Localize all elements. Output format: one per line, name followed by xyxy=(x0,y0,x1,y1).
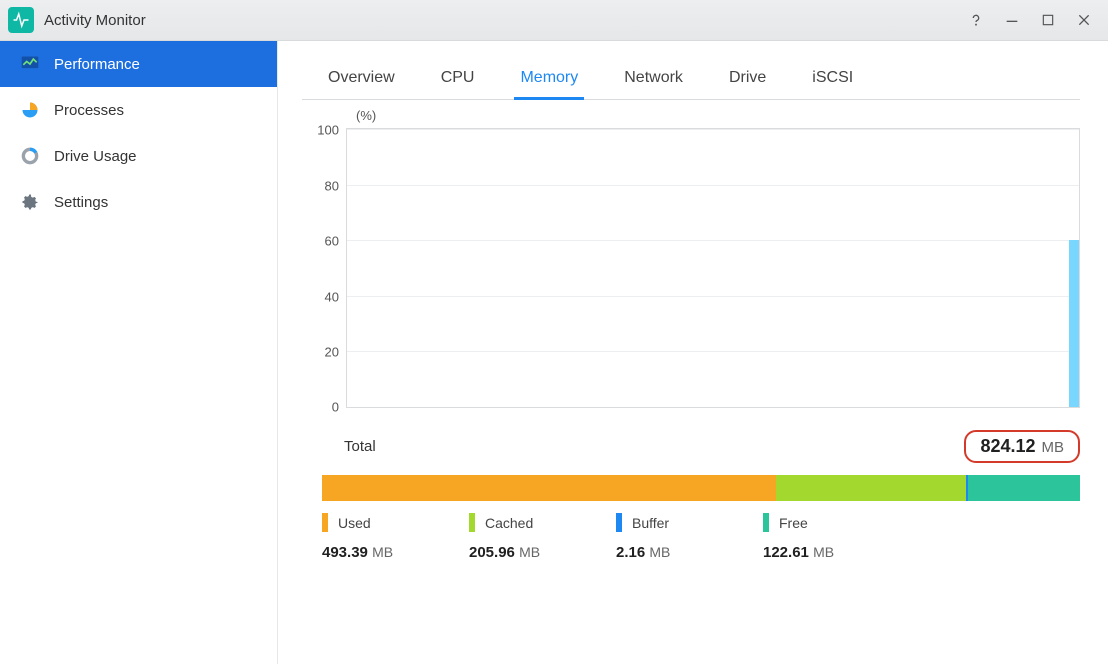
maximize-button[interactable] xyxy=(1036,8,1060,32)
legend-value: 205.96 MB xyxy=(469,544,616,561)
y-tick: 60 xyxy=(325,234,347,249)
chart-plot-area: 100 80 60 40 20 0 xyxy=(346,128,1080,408)
app-icon xyxy=(8,7,34,33)
legend-value: 122.61 MB xyxy=(763,544,910,561)
sidebar-item-performance[interactable]: Performance xyxy=(0,41,277,87)
y-tick: 0 xyxy=(332,400,347,415)
legend-item-free: Free 122.61 MB xyxy=(763,513,910,561)
window-controls xyxy=(964,8,1102,32)
legend-value: 493.39 MB xyxy=(322,544,469,561)
minimize-button[interactable] xyxy=(1000,8,1024,32)
help-button[interactable] xyxy=(964,8,988,32)
drive-usage-icon xyxy=(18,144,42,168)
tab-memory[interactable]: Memory xyxy=(520,69,578,99)
tab-network[interactable]: Network xyxy=(624,69,683,99)
sidebar-item-label: Processes xyxy=(54,102,124,119)
stacked-seg-used xyxy=(322,475,776,501)
legend-label: Cached xyxy=(485,515,533,531)
main-content: Overview CPU Memory Network Drive iSCSI … xyxy=(278,41,1108,664)
memory-legend: Used 493.39 MB Cached 205.96 MB Buffer 2.16 M… xyxy=(322,513,1080,561)
sidebar: Performance Processes Drive Usage xyxy=(0,41,278,664)
total-value-callout: 824.12 MB xyxy=(964,430,1080,463)
titlebar: Activity Monitor xyxy=(0,0,1108,41)
sidebar-item-settings[interactable]: Settings xyxy=(0,179,277,225)
stacked-seg-cached xyxy=(776,475,966,501)
y-tick: 80 xyxy=(325,178,347,193)
y-tick: 40 xyxy=(325,289,347,304)
legend-label: Buffer xyxy=(632,515,669,531)
close-button[interactable] xyxy=(1072,8,1096,32)
legend-swatch xyxy=(469,513,475,532)
sidebar-item-processes[interactable]: Processes xyxy=(0,87,277,133)
chart-current-sample xyxy=(1069,240,1079,407)
memory-stacked-bar xyxy=(322,475,1080,501)
legend-value: 2.16 MB xyxy=(616,544,763,561)
stacked-seg-free xyxy=(968,475,1080,501)
sidebar-item-label: Drive Usage xyxy=(54,148,137,165)
processes-icon xyxy=(18,98,42,122)
performance-icon xyxy=(18,52,42,76)
sidebar-item-label: Settings xyxy=(54,194,108,211)
total-row: Total 824.12 MB xyxy=(344,430,1080,463)
legend-item-cached: Cached 205.96 MB xyxy=(469,513,616,561)
total-value: 824.12 xyxy=(980,436,1035,457)
total-unit: MB xyxy=(1042,439,1065,456)
y-tick: 100 xyxy=(317,123,347,138)
legend-label: Free xyxy=(779,515,808,531)
legend-swatch xyxy=(763,513,769,532)
legend-swatch xyxy=(616,513,622,532)
y-tick: 20 xyxy=(325,345,347,360)
legend-item-buffer: Buffer 2.16 MB xyxy=(616,513,763,561)
tab-drive[interactable]: Drive xyxy=(729,69,766,99)
tab-bar: Overview CPU Memory Network Drive iSCSI xyxy=(302,41,1080,100)
memory-chart: (%) 100 80 60 40 20 0 xyxy=(302,128,1080,408)
tab-cpu[interactable]: CPU xyxy=(441,69,475,99)
legend-swatch xyxy=(322,513,328,532)
tab-overview[interactable]: Overview xyxy=(328,69,395,99)
y-axis-unit: (%) xyxy=(356,108,376,123)
legend-item-used: Used 493.39 MB xyxy=(322,513,469,561)
sidebar-item-label: Performance xyxy=(54,56,140,73)
sidebar-item-drive-usage[interactable]: Drive Usage xyxy=(0,133,277,179)
tab-iscsi[interactable]: iSCSI xyxy=(812,69,853,99)
total-label: Total xyxy=(344,438,376,455)
window-title: Activity Monitor xyxy=(44,12,964,29)
legend-label: Used xyxy=(338,515,371,531)
gear-icon xyxy=(18,190,42,214)
